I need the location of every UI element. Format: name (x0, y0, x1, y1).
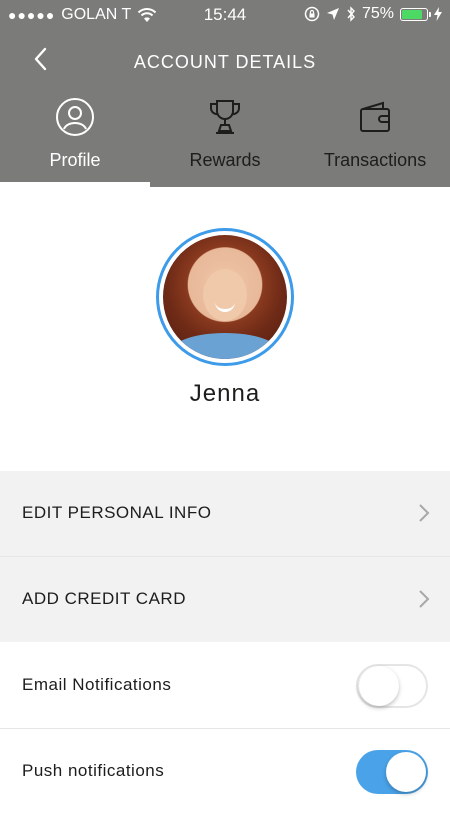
toggle-knob (359, 666, 399, 706)
email-notifications-label: Email Notifications (22, 675, 172, 694)
tab-rewards[interactable]: Rewards (150, 95, 300, 187)
status-indicators: 75% (304, 5, 442, 23)
avatar-photo (163, 235, 287, 359)
push-notifications-label: Push notifications (22, 761, 165, 780)
add-credit-card-label: ADD CREDIT CARD (22, 589, 186, 608)
status-bar: ●●●●● GOLAN T 15:44 75% (0, 0, 450, 30)
tab-rewards-label: Rewards (189, 150, 261, 170)
location-icon (326, 8, 339, 20)
page-title: ACCOUNT DETAILS (133, 52, 317, 72)
push-notifications-row: Push notifications (0, 729, 450, 814)
tab-transactions[interactable]: Transactions (300, 95, 450, 187)
charging-icon (434, 7, 442, 21)
active-tab-indicator (0, 182, 150, 187)
tab-profile[interactable]: Profile (0, 95, 150, 187)
bluetooth-icon (347, 6, 355, 22)
profile-icon (56, 98, 94, 136)
rotation-lock-icon (304, 6, 320, 22)
account-tabs: Profile Rewards Transactions (0, 95, 450, 187)
tab-profile-label: Profile (49, 150, 101, 170)
edit-personal-info-label: EDIT PERSONAL INFO (22, 503, 212, 522)
chevron-right-icon (419, 504, 430, 522)
profile-name: Jenna (189, 380, 261, 407)
navigation-bar: ACCOUNT DETAILS (0, 40, 450, 80)
push-notifications-toggle[interactable] (356, 750, 428, 794)
add-credit-card-row[interactable]: ADD CREDIT CARD (0, 557, 450, 642)
email-notifications-row: Email Notifications (0, 643, 450, 728)
battery-percent: 75% (361, 5, 394, 22)
battery-icon (400, 7, 431, 21)
toggle-knob (386, 752, 426, 792)
avatar[interactable] (156, 228, 294, 366)
trophy-icon (209, 100, 241, 134)
wallet-icon (360, 101, 390, 132)
email-notifications-toggle[interactable] (356, 664, 428, 708)
edit-personal-info-row[interactable]: EDIT PERSONAL INFO (0, 471, 450, 556)
tab-transactions-label: Transactions (323, 150, 427, 170)
chevron-right-icon (419, 590, 430, 608)
account-header: ●●●●● GOLAN T 15:44 75% ACCOUNT DETAILS … (0, 0, 450, 187)
